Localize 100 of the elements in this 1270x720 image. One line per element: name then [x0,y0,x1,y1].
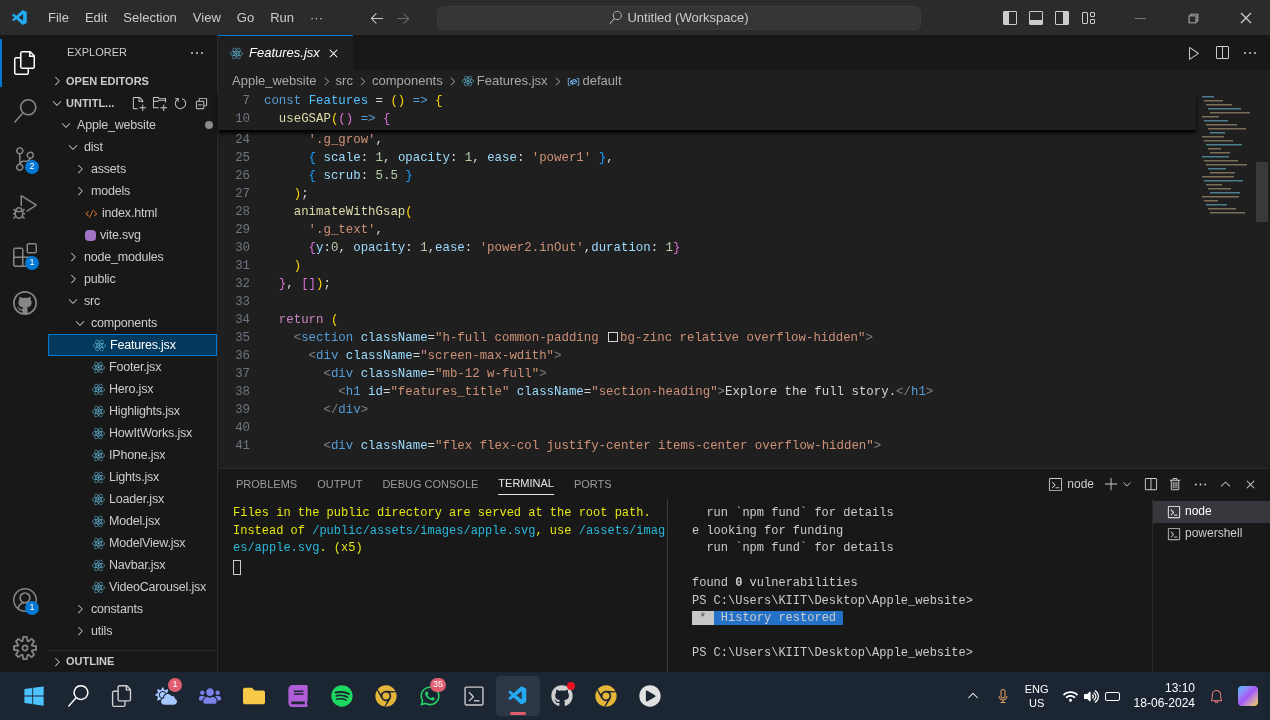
menu-item[interactable]: View [184,7,229,28]
editor-tab[interactable]: Features.jsx [218,35,353,70]
tree-item[interactable]: ModelView.jsx [48,532,217,554]
line-number: 24 [234,131,251,149]
react-file-icon [92,514,105,528]
menu-item[interactable]: Edit [76,7,116,28]
notification-bell-icon[interactable] [1209,688,1224,704]
tree-item[interactable]: IPhone.jsx [48,444,217,466]
react-file-icon [92,426,105,440]
tree-item[interactable]: index.html [48,202,217,224]
panel-tab[interactable]: PROBLEMS [236,473,298,495]
wifi-icon[interactable] [1062,688,1078,704]
tree-item[interactable]: Navbar.jsx [48,554,217,576]
tree-item[interactable]: constants [48,598,217,620]
code-line: }, []); [277,275,331,293]
toggle-panel-icon[interactable] [1028,9,1044,26]
active-indicator [510,712,526,715]
vscode-logo-icon [11,8,29,27]
tree-item[interactable]: dist [48,136,217,158]
menu-item[interactable]: File [40,7,77,28]
toggle-sidebar-icon[interactable] [1002,9,1018,26]
activity-button[interactable]: 1 [0,576,48,624]
tree-item[interactable]: utils [48,620,217,642]
new-folder-icon[interactable] [152,95,167,111]
section-header[interactable]: UNTITL... [48,92,217,114]
tree-item[interactable]: Hero.jsx [48,378,217,400]
react-file-icon [92,470,105,484]
windows-logo-icon [23,685,45,707]
section-title[interactable]: OUTLINE [66,653,115,670]
tree-item[interactable]: components [48,312,217,334]
code-line: <div className="mb-12 w-full"> [322,365,547,383]
search-icon [67,685,89,707]
terminal-list-item[interactable]: powershell [1153,523,1270,545]
battery-icon[interactable] [1104,691,1120,701]
language-indicator[interactable]: ENG US [1024,682,1049,710]
toggle-secondary-sidebar-icon[interactable] [1054,9,1070,26]
tree-item[interactable]: Footer.jsx [48,356,217,378]
task-view-icon [111,685,133,707]
split-editor-icon[interactable] [1214,44,1230,61]
breadcrumb-item[interactable]: src [335,71,353,91]
panel-tab[interactable]: TERMINAL [498,473,554,495]
tree-item[interactable]: models [48,180,217,202]
terminal-icon [1167,527,1181,541]
section-header[interactable]: OPEN EDITORS [48,70,217,92]
breadcrumb-item[interactable]: components [371,71,443,91]
line-number: 41 [234,437,251,455]
activity-button[interactable]: 1 [0,231,48,279]
new-file-icon[interactable] [131,95,146,111]
github-icon [13,291,37,315]
menu-item[interactable]: Selection [115,7,185,28]
section-title: OPEN EDITORS [66,73,149,89]
tree-item[interactable]: node_modules [48,246,217,268]
tree-item[interactable]: Highlights.jsx [48,400,217,422]
line-number: 36 [234,347,251,365]
collapse-all-icon[interactable] [194,95,209,111]
terminal-line: Files in the public directory are served at the root path. [233,505,652,522]
panel-tab[interactable]: OUTPUT [317,473,363,495]
activity-button[interactable]: 2 [0,135,48,183]
tree-item[interactable]: Model.jsx [48,510,217,532]
breadcrumb-item[interactable]: Apple_website [232,71,317,91]
tree-item[interactable]: Lights.jsx [48,466,217,488]
terminal-list-item[interactable]: node [1153,501,1270,523]
taskbar-button[interactable]: 1 [144,676,188,716]
clock[interactable]: 13:10 18-06-2024 [1133,681,1195,711]
layout-icon[interactable] [1080,9,1096,26]
breadcrumb-item[interactable]: default [582,71,622,91]
trash-icon[interactable] [1168,476,1183,492]
code-line: const Features = () => { [264,92,443,110]
vscode-logo-icon [507,685,529,707]
taskbar-button[interactable]: 35 [408,676,452,716]
command-center-field[interactable]: Untitled (Workspace) [437,5,921,30]
run-debug-icon [13,195,37,219]
tree-item[interactable]: public [48,268,217,290]
breadcrumb-item[interactable]: Features.jsx [476,71,548,91]
tree-item[interactable]: VideoCarousel.jsx [48,576,217,598]
run-icon[interactable] [1186,44,1202,61]
code-line: useGSAP(() => { [277,110,391,128]
tree-item[interactable]: src [48,290,217,312]
code-line: <div className="screen-max-wdith"> [307,347,562,365]
count-badge: 2 [25,160,39,174]
tree-item[interactable]: Apple_website [48,114,217,136]
split-terminal-icon[interactable] [1143,476,1158,492]
menu-item[interactable]: Go [228,7,263,28]
spotify-logo-icon [331,685,353,707]
refresh-icon[interactable] [173,95,188,111]
menu-item[interactable]: ··· [302,7,331,28]
tree-item[interactable]: Features.jsx [48,334,217,356]
line-number: 37 [234,365,251,383]
panel-tab[interactable]: PORTS [573,473,612,495]
menu-item[interactable]: Run [262,7,302,28]
scrollbar[interactable] [1256,162,1268,222]
tree-item[interactable]: vite.svg [48,224,217,246]
volume-icon[interactable] [1083,688,1099,704]
search-icon [13,99,37,123]
add-icon[interactable] [1104,476,1119,492]
tree-item[interactable]: HowItWorks.jsx [48,422,217,444]
count-badge: 1 [168,678,182,692]
tree-item[interactable]: assets [48,158,217,180]
panel-tab[interactable]: DEBUG CONSOLE [382,473,479,495]
tree-item[interactable]: Loader.jsx [48,488,217,510]
